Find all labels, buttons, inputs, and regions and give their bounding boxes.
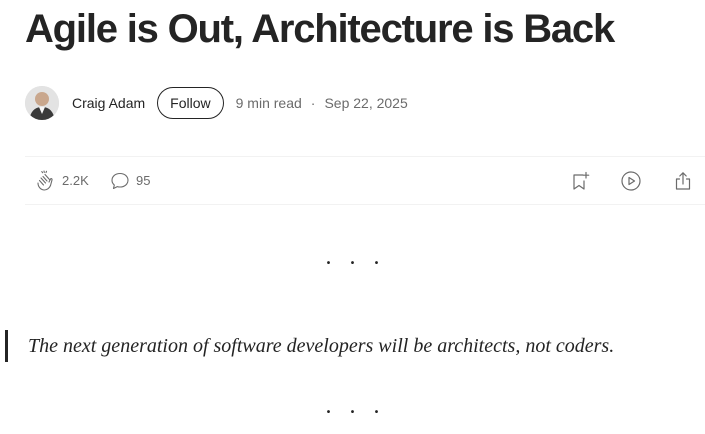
meta-separator: · (310, 95, 316, 111)
byline: Craig Adam Follow 9 min read · Sep 22, 2… (25, 86, 408, 120)
article-meta: 9 min read · Sep 22, 2025 (236, 95, 408, 111)
share-button[interactable] (672, 157, 694, 204)
section-break: ... (325, 244, 398, 270)
comment-icon (111, 172, 129, 189)
response-count: 95 (136, 173, 151, 188)
share-icon (675, 171, 691, 190)
responses-button[interactable]: 95 (109, 157, 150, 204)
avatar-image (25, 86, 59, 120)
pull-quote: The next generation of software develope… (5, 330, 614, 362)
section-break-bottom: ... (325, 393, 398, 419)
author-name[interactable]: Craig Adam (72, 95, 145, 111)
listen-button[interactable] (620, 157, 642, 204)
clap-count: 2.2K (62, 173, 89, 188)
bookmark-add-icon (573, 171, 590, 190)
pull-quote-text: The next generation of software develope… (28, 334, 615, 357)
save-button[interactable] (569, 157, 591, 204)
article-action-bar: 2.2K 95 (25, 156, 705, 205)
clap-button[interactable]: 2.2K (33, 157, 89, 204)
follow-button[interactable]: Follow (157, 87, 224, 119)
clap-icon (37, 169, 53, 191)
author-avatar[interactable] (25, 86, 59, 120)
play-icon (621, 170, 641, 191)
article-title: Agile is Out, Architecture is Back (25, 7, 615, 51)
publish-date: Sep 22, 2025 (324, 95, 408, 111)
read-time: 9 min read (235, 95, 302, 111)
